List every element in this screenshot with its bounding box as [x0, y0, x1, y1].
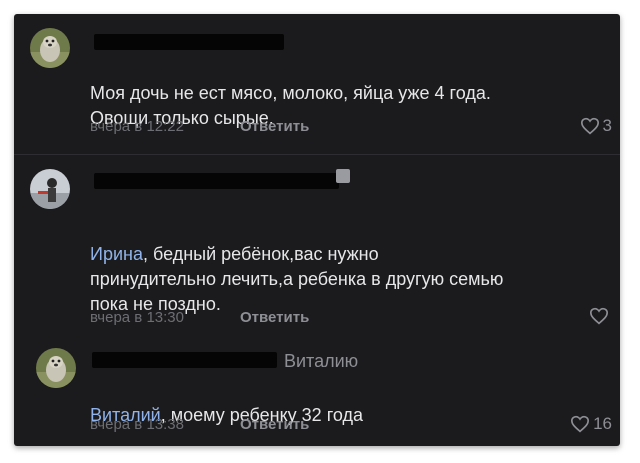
- mention-link[interactable]: Ирина: [90, 244, 143, 264]
- like-button[interactable]: 16: [570, 414, 612, 434]
- avatar-person[interactable]: [30, 169, 70, 209]
- heart-icon: [580, 117, 599, 135]
- comment-1: Моя дочь не ест мясо, молоко, яйца уже 4…: [14, 14, 620, 154]
- comment-time: вчера в 12:22: [90, 118, 184, 135]
- reply-to-label[interactable]: Виталию: [284, 351, 358, 372]
- comment-time: вчера в 13:30: [90, 309, 184, 326]
- reply-button[interactable]: Ответить: [240, 309, 309, 326]
- redacted-username: [94, 34, 284, 50]
- comment-3: Виталию Виталий, моему ребенку 32 года в…: [14, 334, 620, 446]
- avatar-dog[interactable]: [36, 348, 76, 388]
- like-button[interactable]: [589, 307, 612, 325]
- like-count: 16: [593, 414, 612, 433]
- comment-time: вчера в 13:38: [90, 416, 184, 433]
- comment-text: Ирина, бедный ребёнок,вас нужно принудит…: [90, 244, 504, 314]
- redacted-username: [92, 352, 277, 368]
- heart-icon: [571, 415, 590, 433]
- like-button[interactable]: 3: [580, 116, 612, 136]
- avatar-dog[interactable]: [30, 28, 70, 68]
- comments-panel: Моя дочь не ест мясо, молоко, яйца уже 4…: [14, 14, 620, 446]
- redacted-username: [94, 173, 339, 189]
- redacted-badge: [336, 169, 350, 183]
- comment-2: Ирина, бедный ребёнок,вас нужно принудит…: [14, 155, 620, 335]
- reply-button[interactable]: Ответить: [240, 416, 309, 433]
- heart-icon: [589, 307, 609, 325]
- reply-button[interactable]: Ответить: [240, 118, 309, 135]
- like-count: 3: [602, 116, 612, 135]
